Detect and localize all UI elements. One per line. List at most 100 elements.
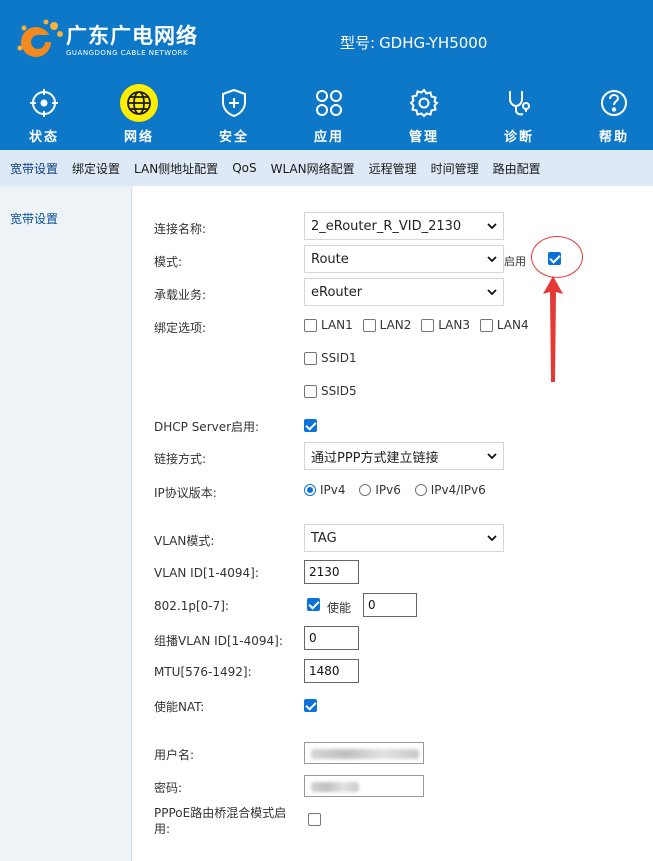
bind-lan4-checkbox[interactable] — [479, 318, 493, 332]
link-mode-value: 通过PPP方式建立链接 — [311, 450, 439, 466]
pppoe-bridge-checkbox[interactable] — [308, 813, 321, 826]
bind-ssid1-option[interactable]: SSID1 — [304, 351, 357, 365]
vlan-id-input[interactable]: 2130 — [304, 560, 359, 584]
label-mtu: MTU[576-1492]: — [154, 665, 252, 679]
chevron-down-icon — [487, 289, 497, 296]
mode-select[interactable]: Route — [304, 245, 504, 273]
subnav-qos[interactable]: QoS — [232, 161, 256, 175]
dhcp-checkbox[interactable] — [304, 419, 317, 432]
nat-checkbox[interactable] — [304, 699, 317, 712]
ipv6-radio[interactable] — [359, 484, 372, 496]
label-pppoe-bridge-line2: 用: — [154, 822, 171, 836]
username-input[interactable] — [304, 742, 424, 764]
ipv6-option[interactable]: IPv6 — [359, 483, 401, 497]
subnav-lan-address[interactable]: LAN侧地址配置 — [134, 160, 218, 177]
label-bind-options: 绑定选项: — [154, 321, 207, 335]
sidebar-item-broadband[interactable]: 宽带设置 — [10, 210, 58, 227]
subnav-broadband[interactable]: 宽带设置 — [10, 160, 58, 177]
stethoscope-icon — [500, 84, 538, 122]
brand-name-cn: 广东广电网络 — [66, 24, 198, 48]
annotation-arrow-icon — [543, 276, 563, 382]
nav-label: 状态 — [28, 130, 59, 145]
label-mcast-vlan: 组播VLAN ID[1-4094]: — [154, 634, 283, 648]
mcast-vlan-input[interactable]: 0 — [304, 626, 359, 650]
dot1p-value-input[interactable]: 0 — [363, 593, 417, 617]
broadband-form: 连接名称: 2_eRouter_R_VID_2130 模式: Route 启用 … — [132, 186, 653, 861]
ipv4-label: IPv4 — [320, 483, 346, 497]
subnav-routing[interactable]: 路由配置 — [493, 160, 541, 177]
mode-enable-label: 启用 — [504, 255, 526, 268]
link-mode-select[interactable]: 通过PPP方式建立链接 — [304, 442, 504, 470]
top-header: 广东广电网络 GUANGDONG CABLE NETWORK 型号: GDHG-Y… — [0, 0, 653, 150]
password-input[interactable] — [304, 775, 424, 797]
label-vlan-id: VLAN ID[1-4094]: — [154, 566, 259, 580]
subnav-remote[interactable]: 远程管理 — [369, 160, 417, 177]
label-pppoe-bridge-line1: PPPoE路由桥混合模式启 — [154, 806, 287, 820]
subnav-wlan[interactable]: WLAN网络配置 — [271, 160, 355, 177]
nav-network[interactable]: 网络 — [104, 84, 174, 145]
gdcn-logo-icon — [17, 19, 63, 57]
model-value: GDHG-YH5000 — [379, 34, 488, 52]
annotation-circle — [531, 236, 583, 278]
mtu-input[interactable]: 1480 — [304, 659, 359, 683]
chevron-down-icon — [487, 453, 497, 460]
label-ip-version: IP协议版本: — [154, 486, 217, 500]
ipv4-option[interactable]: IPv4 — [304, 483, 346, 497]
nav-apps[interactable]: 应用 — [294, 84, 364, 145]
row-dhcp: DHCP Server启用: — [132, 417, 653, 434]
redacted-text — [311, 782, 359, 792]
bind-lan1-checkbox[interactable] — [304, 318, 317, 332]
nav-security[interactable]: 安全 — [199, 84, 269, 145]
bind-lan1-option[interactable]: LAN1 — [304, 318, 353, 332]
main-nav: 状态 网络 安全 应用 管理 诊断 帮助 — [0, 84, 653, 145]
bind-ssid5-option[interactable]: SSID5 — [304, 384, 357, 398]
vlan-mode-value: TAG — [311, 530, 337, 546]
nav-management[interactable]: 管理 — [389, 84, 459, 145]
ipv4v6-option[interactable]: IPv4/IPv6 — [414, 483, 486, 497]
ip-version-group: IPv4 IPv6 IPv4/IPv6 — [304, 483, 492, 499]
subnav-time[interactable]: 时间管理 — [431, 160, 479, 177]
help-icon — [595, 84, 633, 122]
row-nat: 使能NAT: — [132, 697, 653, 714]
nav-status[interactable]: 状态 — [9, 84, 79, 145]
nav-label: 应用 — [313, 130, 344, 145]
bind-options-line2: SSID1 — [304, 351, 363, 368]
nav-diagnostics[interactable]: 诊断 — [484, 84, 554, 145]
label-mode: 模式: — [154, 255, 183, 269]
service-select[interactable]: eRouter — [304, 278, 504, 306]
ipv4-radio[interactable] — [304, 484, 316, 496]
dot1p-enable-checkbox[interactable] — [307, 598, 320, 611]
nav-help[interactable]: 帮助 — [579, 84, 649, 145]
model-info: 型号: GDHG-YH5000 — [336, 32, 487, 53]
row-link-mode: 链接方式: 通过PPP方式建立链接 — [132, 442, 653, 470]
bind-ssid5-label: SSID5 — [321, 384, 357, 398]
row-pppoe-bridge: PPPoE路由桥混合模式启 用: — [132, 805, 653, 836]
sub-nav: 宽带设置 绑定设置 LAN侧地址配置 QoS WLAN网络配置 远程管理 时间管… — [0, 150, 653, 186]
bind-lan3-checkbox[interactable] — [421, 318, 435, 332]
row-vlan-mode: VLAN模式: TAG — [132, 524, 653, 552]
label-username: 用户名: — [154, 748, 195, 762]
bind-lan2-option[interactable]: LAN2 — [362, 318, 412, 332]
bind-ssid1-checkbox[interactable] — [304, 351, 317, 365]
label-vlan-mode: VLAN模式: — [154, 534, 215, 548]
nav-label: 帮助 — [598, 130, 629, 145]
subnav-binding[interactable]: 绑定设置 — [72, 160, 120, 177]
bind-lan3-label: LAN3 — [438, 318, 470, 332]
bind-ssid5-checkbox[interactable] — [304, 384, 317, 398]
label-service: 承载业务: — [154, 288, 207, 302]
chevron-down-icon — [487, 256, 497, 263]
ipv6-label: IPv6 — [375, 483, 401, 497]
bind-options-line3: SSID5 — [304, 384, 363, 401]
nav-label: 安全 — [218, 130, 249, 145]
bind-lan4-option[interactable]: LAN4 — [479, 318, 529, 332]
ipv4v6-radio[interactable] — [414, 484, 427, 496]
bind-lan1-label: LAN1 — [321, 318, 353, 332]
nav-label: 诊断 — [503, 130, 534, 145]
bind-lan3-option[interactable]: LAN3 — [421, 318, 470, 332]
bind-lan2-label: LAN2 — [379, 318, 412, 332]
label-pppoe-bridge: PPPoE路由桥混合模式启 用: — [154, 805, 286, 837]
row-service: 承载业务: eRouter — [132, 278, 653, 306]
bind-lan2-checkbox[interactable] — [362, 318, 376, 332]
vlan-mode-select[interactable]: TAG — [304, 524, 504, 552]
connection-name-select[interactable]: 2_eRouter_R_VID_2130 — [304, 212, 504, 240]
